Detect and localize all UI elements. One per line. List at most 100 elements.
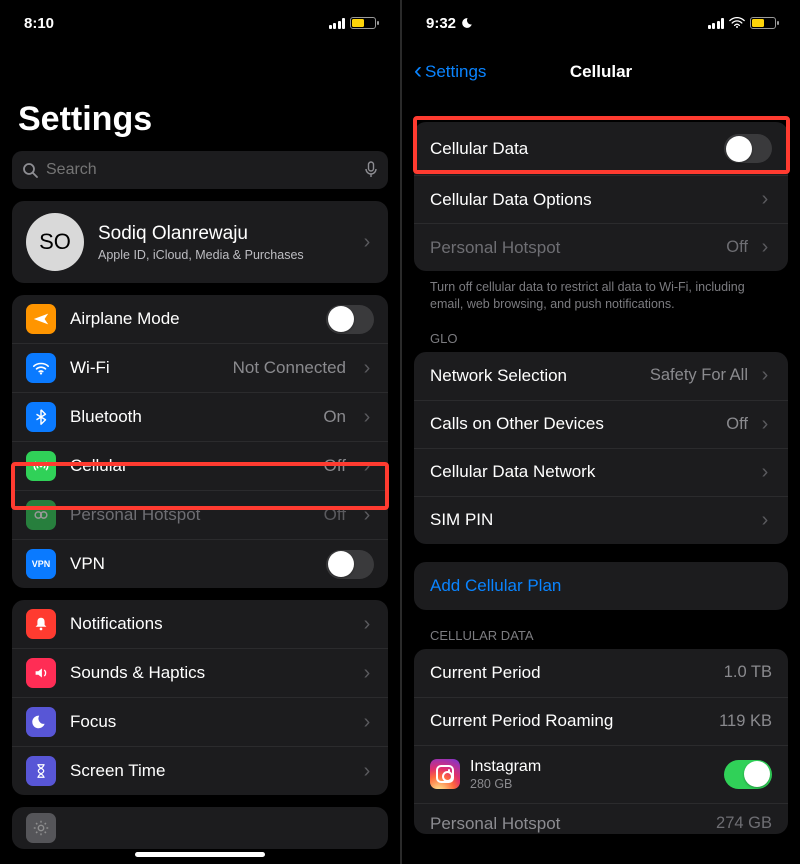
current-period-row[interactable]: Current Period 1.0 TB <box>414 649 788 697</box>
airplane-mode-row[interactable]: Airplane Mode <box>12 295 388 343</box>
calls-other-devices-row[interactable]: Calls on Other Devices Off › <box>414 400 788 448</box>
sim-pin-row[interactable]: SIM PIN › <box>414 496 788 544</box>
settings-screen: 8:10 Settings SO Sodiq Olanrewaju Apple … <box>0 0 400 864</box>
back-label: Settings <box>425 62 486 82</box>
row-label: Personal Hotspot <box>430 814 706 834</box>
add-plan-group: Add Cellular Plan <box>414 562 788 610</box>
row-value: Not Connected <box>233 358 346 378</box>
chevron-right-icon: › <box>758 188 772 211</box>
cellular-caption: Turn off cellular data to restrict all d… <box>402 271 800 313</box>
vpn-toggle[interactable] <box>326 550 374 579</box>
search-icon <box>22 162 38 178</box>
page-title: Settings <box>0 40 400 151</box>
sounds-row[interactable]: Sounds & Haptics › <box>12 648 388 697</box>
cellular-row[interactable]: Cellular Off › <box>12 441 388 490</box>
row-value: 119 KB <box>719 712 772 731</box>
screen-time-row[interactable]: Screen Time › <box>12 746 388 795</box>
home-indicator[interactable] <box>135 852 265 857</box>
section-header-glo: GLO <box>402 313 800 352</box>
personal-hotspot-row[interactable]: Personal Hotspot Off › <box>414 223 788 271</box>
search-input[interactable] <box>12 151 388 189</box>
moon-icon <box>26 707 56 737</box>
personal-hotspot-row[interactable]: Personal Hotspot Off › <box>12 490 388 539</box>
apple-id-card: SO Sodiq Olanrewaju Apple ID, iCloud, Me… <box>12 201 388 283</box>
row-label: Cellular Data <box>430 139 714 159</box>
row-label: Focus <box>70 712 346 732</box>
row-value: Safety For All <box>650 366 748 385</box>
avatar: SO <box>26 213 84 271</box>
cellular-data-group: Cellular Data Cellular Data Options › Pe… <box>414 122 788 271</box>
row-label: Sounds & Haptics <box>70 663 346 683</box>
row-label: Personal Hotspot <box>430 238 716 258</box>
app-cellular-toggle[interactable] <box>724 760 772 789</box>
chevron-right-icon: › <box>360 231 374 254</box>
notifications-row[interactable]: Notifications › <box>12 600 388 648</box>
row-value: Off <box>726 415 748 434</box>
bluetooth-row[interactable]: Bluetooth On › <box>12 392 388 441</box>
speaker-icon <box>26 658 56 688</box>
status-time: 9:32 <box>426 15 456 32</box>
wifi-row[interactable]: Wi-Fi Not Connected › <box>12 343 388 392</box>
row-value: 274 GB <box>716 814 772 833</box>
cellular-signal-icon <box>329 18 346 29</box>
system-group: Notifications › Sounds & Haptics › Focus… <box>12 600 388 795</box>
battery-icon <box>750 17 776 29</box>
chevron-right-icon: › <box>758 413 772 436</box>
hourglass-icon <box>26 756 56 786</box>
bluetooth-icon <box>26 402 56 432</box>
vpn-icon: VPN <box>26 549 56 579</box>
general-group-peek <box>12 807 388 849</box>
profile-subtitle: Apple ID, iCloud, Media & Purchases <box>98 248 346 262</box>
dnd-moon-icon <box>462 16 476 30</box>
battery-icon <box>350 17 376 29</box>
row-label: Airplane Mode <box>70 309 312 329</box>
row-label: Current Period <box>430 663 714 683</box>
chevron-right-icon: › <box>360 406 374 429</box>
chevron-right-icon: › <box>360 711 374 734</box>
row-label: Cellular Data Options <box>430 190 748 210</box>
app-usage-instagram-row[interactable]: Instagram 280 GB <box>414 745 788 803</box>
row-label: Bluetooth <box>70 407 309 427</box>
row-label: SIM PIN <box>430 510 748 530</box>
carrier-group: Network Selection Safety For All › Calls… <box>414 352 788 544</box>
row-value: Off <box>726 238 748 257</box>
cellular-data-toggle[interactable] <box>724 134 772 163</box>
row-label: Screen Time <box>70 761 346 781</box>
cellular-data-row[interactable]: Cellular Data <box>414 122 788 175</box>
chevron-right-icon: › <box>758 236 772 259</box>
back-button[interactable]: ‹ Settings <box>414 62 486 82</box>
apple-id-row[interactable]: SO Sodiq Olanrewaju Apple ID, iCloud, Me… <box>12 201 388 283</box>
hotspot-icon <box>26 500 56 530</box>
row-value: Off <box>324 505 346 525</box>
row-label: VPN <box>70 554 312 574</box>
row-label: Current Period Roaming <box>430 711 709 731</box>
chevron-right-icon: › <box>360 455 374 478</box>
usage-group: Current Period 1.0 TB Current Period Roa… <box>414 649 788 834</box>
chevron-right-icon: › <box>360 504 374 527</box>
microphone-icon[interactable] <box>364 161 378 179</box>
cellular-data-options-row[interactable]: Cellular Data Options › <box>414 175 788 223</box>
airplane-toggle[interactable] <box>326 305 374 334</box>
search-field[interactable] <box>46 161 356 179</box>
current-roaming-row[interactable]: Current Period Roaming 119 KB <box>414 697 788 745</box>
app-name: Instagram <box>470 758 714 776</box>
focus-row[interactable]: Focus › <box>12 697 388 746</box>
personal-hotspot-usage-row[interactable]: Personal Hotspot 274 GB <box>414 803 788 834</box>
profile-name: Sodiq Olanrewaju <box>98 223 346 245</box>
cellular-data-network-row[interactable]: Cellular Data Network › <box>414 448 788 496</box>
chevron-right-icon: › <box>360 613 374 636</box>
wifi-icon <box>26 353 56 383</box>
nav-bar: ‹ Settings Cellular <box>402 40 800 92</box>
chevron-right-icon: › <box>758 461 772 484</box>
vpn-row[interactable]: VPN VPN <box>12 539 388 588</box>
row-value: 1.0 TB <box>724 663 772 682</box>
status-bar: 9:32 <box>402 0 800 40</box>
chevron-right-icon: › <box>360 760 374 783</box>
general-row[interactable] <box>12 807 388 849</box>
row-value: On <box>323 407 346 427</box>
network-selection-row[interactable]: Network Selection Safety For All › <box>414 352 788 400</box>
app-data-size: 280 GB <box>470 777 714 791</box>
row-label: Personal Hotspot <box>70 505 310 525</box>
connectivity-group: Airplane Mode Wi-Fi Not Connected › Blue… <box>12 295 388 588</box>
add-cellular-plan-button[interactable]: Add Cellular Plan <box>414 562 788 610</box>
